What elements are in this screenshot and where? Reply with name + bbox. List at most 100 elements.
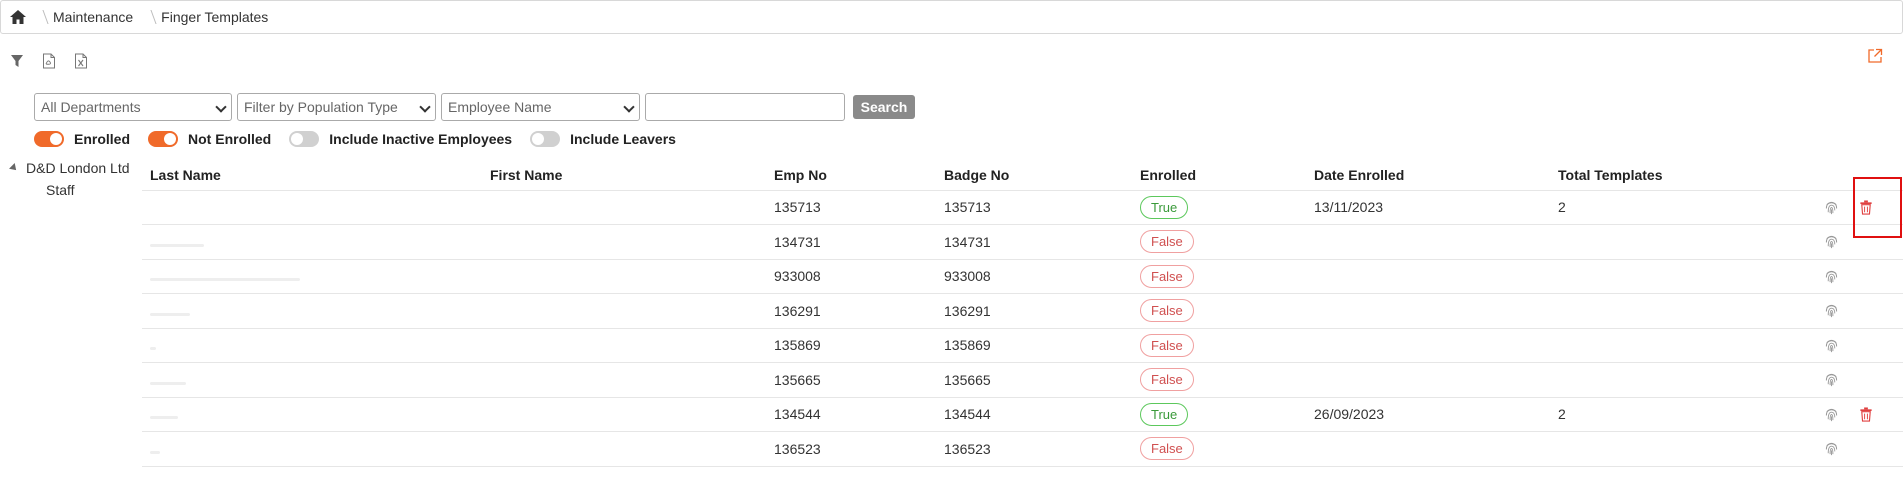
cell-badge-no: 135665 [936, 362, 1132, 398]
breadcrumb-item-finger-templates: Finger Templates [161, 9, 269, 25]
breadcrumb: Maintenance Finger Templates [0, 0, 1903, 34]
empty-action-slot [1859, 372, 1873, 387]
table-row[interactable]: 136523 136523 False [142, 431, 1903, 467]
excel-icon[interactable] [72, 52, 90, 70]
enrolled-status-badge: False [1140, 368, 1194, 392]
include-leavers-toggle[interactable] [530, 131, 561, 147]
cell-actions [1808, 259, 1903, 294]
table-row[interactable]: 135869 135869 False [142, 328, 1903, 363]
enrolled-toggle[interactable] [34, 131, 64, 147]
open-external-icon[interactable] [1867, 48, 1885, 66]
column-header-date-enrolled[interactable]: Date Enrolled [1306, 160, 1550, 191]
fingerprint-icon[interactable] [1824, 372, 1839, 387]
search-input[interactable] [645, 93, 845, 121]
search-field-select[interactable]: Employee Name [441, 93, 640, 121]
cell-enrolled: True [1132, 397, 1306, 432]
cell-first-name [482, 431, 766, 467]
cell-first-name [482, 259, 766, 294]
tree-node-company[interactable]: D&D London Ltd [9, 160, 130, 176]
column-header-total-templates[interactable]: Total Templates [1550, 160, 1808, 191]
empty-action-slot [1859, 234, 1873, 249]
cell-first-name [482, 224, 766, 260]
column-header-first-name[interactable]: First Name [482, 160, 766, 191]
fingerprint-icon[interactable] [1824, 200, 1839, 215]
breadcrumb-separator [35, 1, 45, 33]
table-row[interactable]: 135665 135665 False [142, 362, 1903, 398]
cell-badge-no: 136291 [936, 293, 1132, 329]
department-tree: D&D London Ltd Staff [9, 160, 130, 198]
redacted-name [150, 312, 190, 316]
cell-badge-no: 134731 [936, 224, 1132, 260]
redacted-name [150, 243, 204, 247]
fingerprint-icon[interactable] [1824, 269, 1839, 284]
table-row[interactable]: 134544 134544 True 26/09/2023 2 [142, 397, 1903, 432]
cell-enrolled: False [1132, 259, 1306, 294]
table-row[interactable]: 134731 134731 False [142, 224, 1903, 260]
cell-last-name [142, 293, 482, 329]
cell-badge-no: 135713 [936, 190, 1132, 225]
cell-actions [1808, 190, 1903, 225]
chevron-down-icon [215, 101, 227, 113]
fingerprint-icon[interactable] [1824, 441, 1839, 456]
table-row[interactable]: 135713 135713 True 13/11/2023 2 [142, 190, 1903, 225]
include-inactive-toggle[interactable] [289, 131, 320, 147]
cell-total-templates [1550, 259, 1808, 294]
fingerprint-icon[interactable] [1824, 407, 1839, 422]
cell-last-name [142, 362, 482, 398]
fingerprint-icon[interactable] [1824, 303, 1839, 318]
department-select-value: All Departments [41, 99, 141, 115]
breadcrumb-item-maintenance[interactable]: Maintenance [45, 9, 143, 25]
toolbar [8, 52, 90, 70]
column-header-badge-no[interactable]: Badge No [936, 160, 1132, 191]
redacted-name [150, 450, 160, 454]
cell-total-templates [1550, 328, 1808, 363]
table-row[interactable]: 933008 933008 False [142, 259, 1903, 294]
fingerprint-icon[interactable] [1824, 338, 1839, 353]
cell-last-name [142, 224, 482, 260]
department-select[interactable]: All Departments [34, 93, 232, 121]
cell-last-name [142, 397, 482, 432]
cell-enrolled: False [1132, 431, 1306, 467]
cell-badge-no: 933008 [936, 259, 1132, 294]
cell-total-templates: 2 [1550, 397, 1808, 432]
cell-emp-no: 933008 [766, 259, 936, 294]
cell-badge-no: 135869 [936, 328, 1132, 363]
include-leavers-toggle-label: Include Leavers [570, 131, 676, 147]
enrolled-status-badge: False [1140, 333, 1194, 357]
search-button[interactable]: Search [853, 95, 915, 119]
filter-bar: All Departments Filter by Population Typ… [34, 93, 915, 121]
cell-actions [1808, 397, 1903, 432]
cell-actions [1808, 431, 1903, 467]
column-header-emp-no[interactable]: Emp No [766, 160, 936, 191]
cell-emp-no: 135665 [766, 362, 936, 398]
cell-enrolled: False [1132, 293, 1306, 329]
column-header-actions [1808, 160, 1903, 191]
home-icon[interactable] [1, 1, 35, 33]
enrolled-toggle-label: Enrolled [74, 131, 131, 147]
column-header-last-name[interactable]: Last Name [142, 160, 482, 191]
collapse-triangle-icon[interactable] [9, 163, 19, 173]
chevron-down-icon [419, 101, 431, 113]
cell-date-enrolled [1306, 293, 1550, 329]
cell-emp-no: 135713 [766, 190, 936, 225]
cell-emp-no: 134544 [766, 397, 936, 432]
population-type-select[interactable]: Filter by Population Type [237, 93, 436, 121]
redacted-name [150, 381, 186, 385]
breadcrumb-separator [143, 1, 153, 33]
column-header-enrolled[interactable]: Enrolled [1132, 160, 1306, 191]
delete-trash-icon[interactable] [1859, 407, 1873, 422]
tree-node-staff[interactable]: Staff [46, 182, 130, 198]
cell-enrolled: False [1132, 362, 1306, 398]
redacted-name [150, 278, 300, 282]
delete-trash-icon[interactable] [1859, 200, 1873, 215]
empty-action-slot [1859, 269, 1873, 284]
fingerprint-icon[interactable] [1824, 234, 1839, 249]
table-row[interactable]: 136291 136291 False [142, 293, 1903, 329]
table-body: 135713 135713 True 13/11/2023 2 134731 134731 F… [142, 190, 1903, 467]
cell-emp-no: 134731 [766, 224, 936, 260]
not-enrolled-toggle[interactable] [148, 131, 179, 147]
toggle-bar: Enrolled Not Enrolled Include Inactive E… [34, 131, 684, 147]
pdf-icon[interactable] [40, 52, 58, 70]
cell-emp-no: 136291 [766, 293, 936, 329]
filter-icon[interactable] [8, 52, 26, 70]
